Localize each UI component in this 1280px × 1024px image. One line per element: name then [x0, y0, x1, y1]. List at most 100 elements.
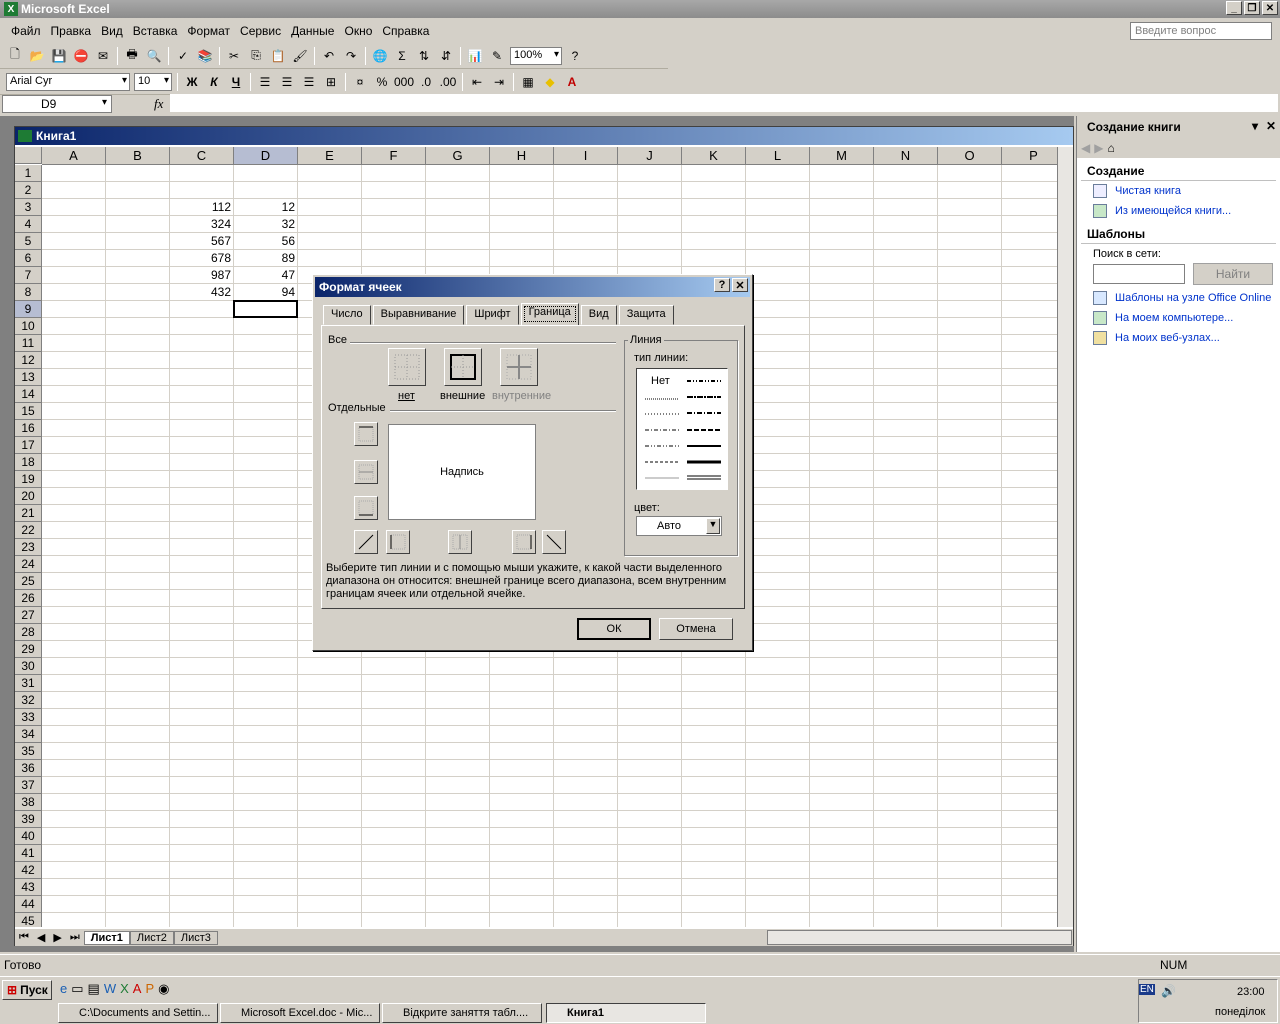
row-header-7[interactable]: 7	[15, 267, 42, 284]
paste-icon[interactable]: 📋	[268, 46, 288, 66]
column-header-L[interactable]: L	[746, 147, 810, 165]
menu-tools[interactable]: Сервис	[235, 24, 286, 38]
cell-D3[interactable]: 12	[234, 199, 298, 216]
row-header-3[interactable]: 3	[15, 199, 42, 216]
column-header-F[interactable]: F	[362, 147, 426, 165]
spelling-icon[interactable]: ✓	[173, 46, 193, 66]
active-cell-D9[interactable]	[233, 300, 298, 318]
name-box[interactable]: D9	[2, 95, 112, 113]
ok-button[interactable]: ОК	[577, 618, 651, 640]
column-header-H[interactable]: H	[490, 147, 554, 165]
color-select[interactable]: Авто ▼	[636, 516, 722, 536]
bold-icon[interactable]: Ж	[182, 72, 202, 92]
merge-center-icon[interactable]: ⊞	[321, 72, 341, 92]
row-header-17[interactable]: 17	[15, 437, 42, 454]
zoom-combo[interactable]: 100%	[510, 46, 562, 65]
border-diag-down-button[interactable]	[542, 530, 566, 554]
row-header-10[interactable]: 10	[15, 318, 42, 335]
acrobat-icon[interactable]: A	[133, 981, 142, 997]
menu-help[interactable]: Справка	[377, 24, 434, 38]
search-button[interactable]: Найти	[1193, 263, 1273, 285]
print-preview-icon[interactable]: 🔍	[144, 46, 164, 66]
cell-C8[interactable]: 432	[170, 284, 234, 301]
row-header-19[interactable]: 19	[15, 471, 42, 488]
row-header-39[interactable]: 39	[15, 811, 42, 828]
percent-icon[interactable]: %	[372, 72, 392, 92]
horizontal-scrollbar[interactable]	[767, 930, 1072, 945]
border-top-button[interactable]	[354, 422, 378, 446]
currency-icon[interactable]: ¤	[350, 72, 370, 92]
link-blank-workbook[interactable]: Чистая книга	[1077, 181, 1280, 201]
last-sheet-icon[interactable]: ⏭	[66, 931, 84, 944]
column-header-I[interactable]: I	[554, 147, 618, 165]
next-sheet-icon[interactable]: ▶	[49, 931, 65, 944]
border-center-button[interactable]	[448, 530, 472, 554]
italic-icon[interactable]: К	[204, 72, 224, 92]
tab-alignment[interactable]: Выравнивание	[372, 305, 465, 325]
border-preview[interactable]: Надпись	[388, 424, 536, 520]
cell-C3[interactable]: 112	[170, 199, 234, 216]
underline-icon[interactable]: Ч	[226, 72, 246, 92]
task-pane-menu-icon[interactable]: ▾	[1252, 119, 1258, 133]
cell-C5[interactable]: 567	[170, 233, 234, 250]
sort-asc-icon[interactable]: ⇅	[414, 46, 434, 66]
menu-format[interactable]: Формат	[182, 24, 235, 38]
template-search-input[interactable]	[1093, 264, 1185, 284]
column-header-O[interactable]: O	[938, 147, 1002, 165]
row-header-34[interactable]: 34	[15, 726, 42, 743]
row-header-5[interactable]: 5	[15, 233, 42, 250]
start-button[interactable]: ⊞ Пуск	[2, 980, 52, 1000]
column-header-J[interactable]: J	[618, 147, 682, 165]
cell-C6[interactable]: 678	[170, 250, 234, 267]
redo-icon[interactable]: ↷	[341, 46, 361, 66]
formula-input[interactable]	[170, 94, 1278, 112]
undo-icon[interactable]: ↶	[319, 46, 339, 66]
task-word[interactable]: Microsoft Excel.doc - Mic...	[220, 1003, 380, 1023]
restore-button[interactable]: ❐	[1244, 1, 1260, 15]
task-explorer[interactable]: C:\Documents and Settin...	[58, 1003, 218, 1023]
vertical-scrollbar[interactable]	[1057, 147, 1073, 927]
link-templates-online[interactable]: Шаблоны на узле Office Online	[1077, 288, 1280, 308]
row-header-26[interactable]: 26	[15, 590, 42, 607]
row-header-18[interactable]: 18	[15, 454, 42, 471]
tab-number[interactable]: Число	[323, 305, 371, 325]
calc-icon[interactable]: ▤	[88, 981, 100, 997]
menu-edit[interactable]: Правка	[46, 24, 97, 38]
column-header-M[interactable]: M	[810, 147, 874, 165]
save-icon[interactable]: 💾	[49, 46, 69, 66]
forward-icon[interactable]: ▶	[1094, 141, 1103, 155]
row-header-22[interactable]: 22	[15, 522, 42, 539]
align-left-icon[interactable]: ☰	[255, 72, 275, 92]
copy-icon[interactable]: ⎘	[246, 46, 266, 66]
row-header-13[interactable]: 13	[15, 369, 42, 386]
decrease-indent-icon[interactable]: ⇤	[467, 72, 487, 92]
powerpoint-icon[interactable]: P	[145, 981, 154, 997]
row-header-37[interactable]: 37	[15, 777, 42, 794]
prev-sheet-icon[interactable]: ◀	[33, 931, 49, 944]
column-header-G[interactable]: G	[426, 147, 490, 165]
sheet-tab-3[interactable]: Лист3	[173, 930, 218, 945]
tab-patterns[interactable]: Вид	[580, 305, 617, 325]
chevron-down-icon[interactable]: ▼	[706, 518, 720, 534]
fill-color-icon[interactable]: ◆	[540, 72, 560, 92]
borders-icon[interactable]: ▦	[518, 72, 538, 92]
print-icon[interactable]: 🖶	[122, 46, 142, 66]
row-header-12[interactable]: 12	[15, 352, 42, 369]
border-diag-up-button[interactable]	[354, 530, 378, 554]
row-header-23[interactable]: 23	[15, 539, 42, 556]
row-header-24[interactable]: 24	[15, 556, 42, 573]
select-all-corner[interactable]	[15, 147, 42, 164]
hyperlink-icon[interactable]: 🌐	[370, 46, 390, 66]
row-header-30[interactable]: 30	[15, 658, 42, 675]
link-templates-computer[interactable]: На моем компьютере...	[1077, 308, 1280, 328]
row-header-14[interactable]: 14	[15, 386, 42, 403]
row-header-43[interactable]: 43	[15, 879, 42, 896]
row-header-25[interactable]: 25	[15, 573, 42, 590]
dialog-close-button[interactable]: ✕	[732, 278, 748, 292]
cell-C4[interactable]: 324	[170, 216, 234, 233]
border-left-button[interactable]	[386, 530, 410, 554]
row-header-2[interactable]: 2	[15, 182, 42, 199]
chart-wizard-icon[interactable]: 📊	[465, 46, 485, 66]
row-header-27[interactable]: 27	[15, 607, 42, 624]
menu-insert[interactable]: Вставка	[128, 24, 183, 38]
